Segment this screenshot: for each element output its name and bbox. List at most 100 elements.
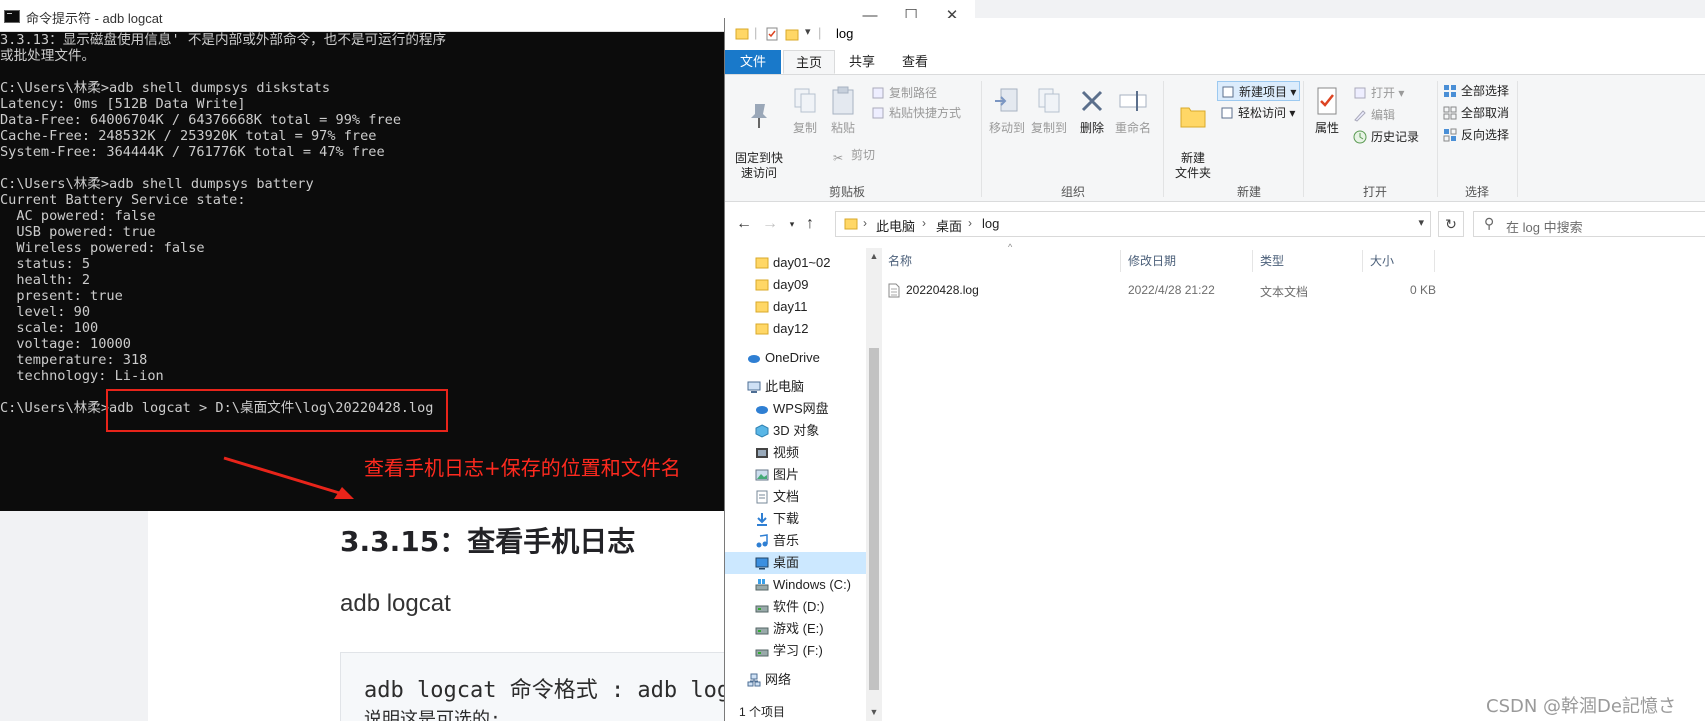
move-to-button[interactable]: 移动到 [987,85,1027,136]
history-button[interactable]: 历史记录 [1353,127,1419,147]
column-header-type[interactable]: 类型 [1260,248,1284,274]
sidebar-item-label: day01~02 [773,255,831,270]
copy-path-button[interactable]: 复制路径 [871,83,937,103]
cut-label: 剪切 [851,148,876,162]
column-divider[interactable] [1252,250,1253,272]
sidebar-item[interactable]: 音乐 [725,530,866,552]
scroll-up-icon[interactable]: ▲ [866,248,882,264]
paste-button[interactable]: 粘贴 [825,85,861,136]
folder-icon [755,301,769,313]
edit-button[interactable]: 编辑 [1353,105,1395,125]
copy-label: 复制 [792,121,817,135]
annotation-arrow-icon [223,456,354,499]
refresh-button[interactable]: ↻ [1438,211,1464,237]
history-label: 历史记录 [1371,130,1420,144]
history-icon [1353,130,1367,144]
new-folder-icon[interactable] [785,27,799,41]
select-none-label: 全部取消 [1461,106,1510,120]
sidebar-item[interactable]: day12 [725,318,866,340]
cut-button[interactable]: ✂ 剪切 [833,145,875,165]
sidebar-item[interactable]: day11 [725,296,866,318]
sidebar-item[interactable]: 游戏 (E:) [725,618,866,640]
delete-button[interactable]: 删除 [1075,85,1109,136]
sidebar-item-label: 软件 (D:) [773,599,825,614]
sidebar-item[interactable]: WPS网盘 [725,398,866,420]
forward-button[interactable]: → [759,213,781,235]
sidebar-scrollbar[interactable]: ▲ ▼ [866,248,882,721]
properties-icon[interactable] [765,27,779,41]
explorer-titlebar[interactable]: | ▾ | log [725,18,1705,50]
navigation-bar: ← → ▾ ↑ › 此电脑 › 桌面 › log ▾ ↻ ⚲ 在 log 中搜索 [725,202,1705,248]
breadcrumb-separator-icon: › [922,216,926,230]
column-divider[interactable] [1434,250,1435,272]
easy-access-dropdown[interactable]: 轻松访问 ▾ [1220,103,1295,123]
sidebar-item[interactable]: 网络 [725,669,866,691]
column-header-size[interactable]: 大小 [1370,248,1394,274]
column-divider[interactable] [1120,250,1121,272]
tab-file[interactable]: 文件 [725,50,781,74]
blog-heading: 3.3.15：查看手机日志 [340,525,636,558]
sidebar-item[interactable]: day01~02 [725,252,866,274]
computer-icon [747,381,761,393]
tab-home[interactable]: 主页 [783,50,835,74]
sidebar-item[interactable]: 软件 (D:) [725,596,866,618]
sidebar-item-label: 下载 [773,511,800,526]
console-line: level: 90 [0,304,91,320]
copy-to-button[interactable]: 复制到 [1029,85,1069,136]
address-bar[interactable]: › 此电脑 › 桌面 › log ▾ [835,211,1431,237]
sidebar-item[interactable]: 3D 对象 [725,420,866,442]
sort-caret-icon: ^ [1008,242,1013,252]
invert-selection-button[interactable]: 反向选择 [1443,125,1509,145]
sidebar-item[interactable]: OneDrive [725,347,866,369]
open-button[interactable]: 打开 ▾ [1353,83,1404,103]
easy-access-icon [1221,107,1233,119]
properties-button[interactable]: 属性 [1309,85,1345,136]
breadcrumb-this-pc[interactable]: 此电脑 [876,216,915,235]
table-row[interactable]: 20220428.log 2022/4/28 21:22 文本文档 0 KB [888,280,1488,302]
select-all-button[interactable]: 全部选择 [1443,81,1509,101]
console-line: Latency: 0ms [512B Data Write] [0,96,246,112]
pin-quick-access-button[interactable]: 固定到快 速访问 [733,85,785,181]
terminal-icon [4,10,20,23]
breadcrumb-desktop[interactable]: 桌面 [936,216,962,235]
sidebar-item-label: 桌面 [773,555,800,570]
search-box[interactable]: ⚲ 在 log 中搜索 [1473,211,1705,237]
sidebar-item[interactable]: 学习 (F:) [725,640,866,662]
console-line: C:\Users\林柔>adb shell dumpsys battery [0,176,314,192]
paste-shortcut-button[interactable]: 粘贴快捷方式 [871,103,961,123]
invert-selection-icon [1443,128,1457,142]
scroll-down-icon[interactable]: ▼ [866,704,882,720]
sidebar-item[interactable]: 下载 [725,508,866,530]
explorer-window[interactable]: | ▾ | log 文件 主页 共享 查看 固定到快 速访问 复制 粘贴 复制路… [724,18,1705,721]
console-line: 或批处理文件。 [0,48,96,64]
scrollbar-thumb[interactable] [869,348,879,690]
copy-button[interactable]: 复制 [787,85,823,136]
customize-qat-icon[interactable]: ▾ [805,25,811,38]
sidebar-item[interactable]: Windows (C:) [725,574,866,596]
breadcrumb-log[interactable]: log [982,216,999,231]
new-item-dropdown[interactable]: 新建项目 ▾ [1217,81,1301,101]
blog-code-block: adb logcat 命令格式 : adb log 说明这是可选的: [340,652,760,721]
sidebar-item[interactable]: 图片 [725,464,866,486]
sidebar-item[interactable]: 桌面 [725,552,866,574]
column-divider[interactable] [1362,250,1363,272]
delete-icon [1081,90,1103,112]
sidebar-item[interactable]: day09 [725,274,866,296]
tab-view[interactable]: 查看 [889,50,941,74]
up-button[interactable]: ↑ [799,213,821,235]
sidebar-item[interactable]: 文档 [725,486,866,508]
select-none-button[interactable]: 全部取消 [1443,103,1509,123]
rename-button[interactable]: 重命名 [1113,85,1153,136]
column-header-name[interactable]: 名称 [888,248,912,274]
back-button[interactable]: ← [733,213,755,235]
new-folder-button[interactable]: 新建 文件夹 [1169,85,1217,181]
chevron-down-icon[interactable]: ▾ [1418,216,1424,229]
tab-share[interactable]: 共享 [837,50,887,74]
column-header-date[interactable]: 修改日期 [1128,248,1176,274]
console-line: C:\Users\林柔>adb shell dumpsys diskstats [0,80,331,96]
properties-icon [1317,87,1337,115]
sidebar-item[interactable]: 此电脑 [725,376,866,398]
folder-icon [735,28,749,40]
ribbon-separator [1303,81,1304,197]
sidebar-item[interactable]: 视频 [725,442,866,464]
